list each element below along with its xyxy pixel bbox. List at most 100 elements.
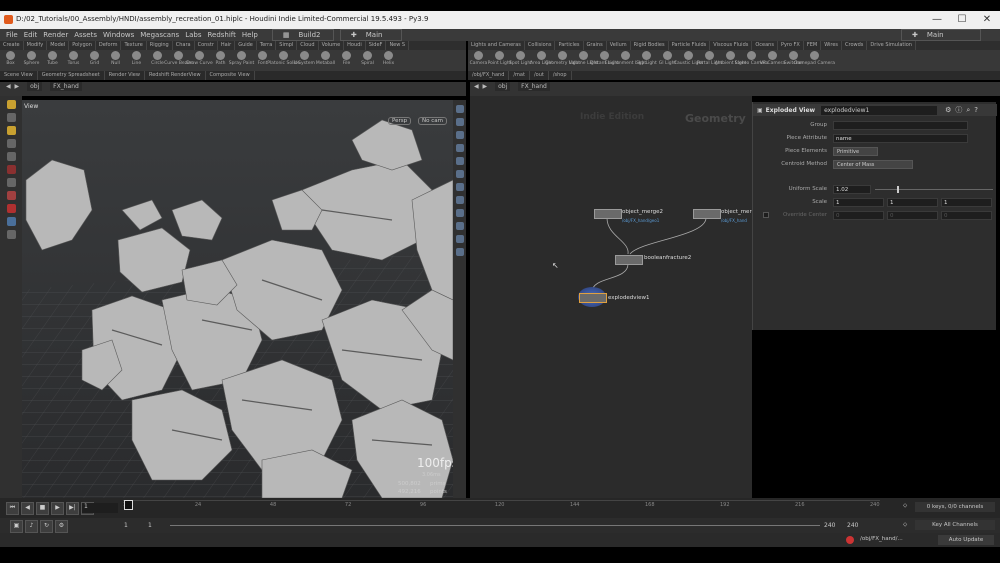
select-tool-icon[interactable] xyxy=(6,100,16,109)
shelf-tool-l-system[interactable]: L-System xyxy=(294,50,315,66)
play-icon[interactable]: ▶ xyxy=(51,502,64,515)
shelf-tool-sky-light[interactable]: Sky Light xyxy=(636,50,657,66)
centroid-method-menu[interactable]: Center of Mass xyxy=(833,160,913,169)
shelf-tab-wires[interactable]: Wires xyxy=(821,41,843,50)
shelf-tab-lights-and-cameras[interactable]: Lights and Cameras xyxy=(468,41,525,50)
pane-tab-out[interactable]: /out xyxy=(530,71,549,80)
shelf-tab-particles[interactable]: Particles xyxy=(555,41,584,50)
forward-arrow-icon[interactable]: ▶ xyxy=(483,83,488,90)
shelf-tab-deform[interactable]: Deform xyxy=(96,41,122,50)
shelf-tab-terra[interactable]: Terra xyxy=(257,41,277,50)
pane-tab-shop[interactable]: /shop xyxy=(549,71,572,80)
shelf-tool-gamepad-camera[interactable]: Gamepad Camera xyxy=(794,50,835,66)
shelf-tool-null[interactable]: Null xyxy=(105,50,126,66)
shelf-tab-simpl[interactable]: Simpl xyxy=(276,41,298,50)
shelf-tab-pyro-fx[interactable]: Pyro FX xyxy=(778,41,804,50)
home-icon[interactable] xyxy=(455,248,464,256)
shelf-tool-grid[interactable]: Grid xyxy=(84,50,105,66)
pose-tool-icon[interactable] xyxy=(6,165,16,174)
current-frame-field[interactable]: 1 xyxy=(82,503,118,513)
pane-tab-composite-view[interactable]: Composite View xyxy=(206,71,255,80)
pane-tab-render-view[interactable]: Render View xyxy=(105,71,145,80)
shelf-tab-vellum[interactable]: Vellum xyxy=(607,41,631,50)
back-arrow-icon[interactable]: ◀ xyxy=(6,83,11,90)
shelf-tab-grains[interactable]: Grains xyxy=(584,41,607,50)
node-object-merge[interactable] xyxy=(693,209,721,219)
shelf-tab-houdi[interactable]: Houdi xyxy=(344,41,366,50)
shelf-tool-draw-curve[interactable]: Draw Curve xyxy=(186,50,213,66)
pane-tab-obj-fx-hand[interactable]: /obj/FX_hand xyxy=(468,71,510,80)
menu-edit[interactable]: Edit xyxy=(24,31,38,39)
menu-render[interactable]: Render xyxy=(43,31,68,39)
shelf-tool-tube[interactable]: Tube xyxy=(42,50,63,66)
camera-icon[interactable] xyxy=(6,230,16,239)
shelf-tab-create[interactable]: Create xyxy=(0,41,24,50)
menu-help[interactable]: Help xyxy=(242,31,258,39)
move-tool-icon[interactable] xyxy=(6,113,16,122)
menu-labs[interactable]: Labs xyxy=(185,31,201,39)
shelf-tab-cloud[interactable]: Cloud xyxy=(297,41,319,50)
shelf-tool-file[interactable]: File xyxy=(336,50,357,66)
shelf-tool-sphere[interactable]: Sphere xyxy=(21,50,42,66)
shelf-tab-particle-fluids[interactable]: Particle Fluids xyxy=(669,41,711,50)
node-explodedview1[interactable] xyxy=(579,293,607,303)
node-name-field[interactable]: explodedview1 xyxy=(821,105,938,115)
display-icon[interactable] xyxy=(455,105,464,113)
pane-tab-scene-view[interactable]: Scene View xyxy=(0,71,38,80)
grid-snap-icon[interactable] xyxy=(6,217,16,226)
close-button[interactable]: ✕ xyxy=(976,13,998,27)
shelf-tab-modify[interactable]: Modify xyxy=(24,41,48,50)
step-forward-icon[interactable]: ▶| xyxy=(66,502,79,515)
scale-z-field[interactable]: 1 xyxy=(941,198,992,207)
shelf-tab-chara[interactable]: Chara xyxy=(173,41,195,50)
loop-icon[interactable]: ↻ xyxy=(40,520,53,533)
shelf-tool-line[interactable]: Line xyxy=(126,50,147,66)
minimize-button[interactable]: — xyxy=(926,13,948,27)
scale-tool-icon[interactable] xyxy=(6,139,16,148)
shelf-tab-guide[interactable]: Guide xyxy=(235,41,257,50)
stop-icon[interactable]: ■ xyxy=(36,502,49,515)
center-x-field[interactable]: 0 xyxy=(833,211,884,220)
shelf-tool-environment-light[interactable]: Environment Light xyxy=(605,50,646,66)
alert-icon[interactable] xyxy=(846,536,854,544)
playhead[interactable] xyxy=(124,500,133,510)
scale-x-field[interactable]: 1 xyxy=(833,198,884,207)
shelf-tool-stereo-camera[interactable]: Stereo Camera xyxy=(735,50,768,66)
shelf-tab-constr[interactable]: Constr xyxy=(195,41,218,50)
shelf-tool-spot-light[interactable]: Spot Light xyxy=(509,50,532,66)
shelf-tool-camera[interactable]: Camera xyxy=(468,50,489,66)
slider-handle[interactable] xyxy=(897,186,899,193)
key-all-icon[interactable]: ⬦ xyxy=(903,521,907,529)
menu-windows[interactable]: Windows xyxy=(103,31,134,39)
shelf-tab-viscous-fluids[interactable]: Viscous Fluids xyxy=(710,41,753,50)
menu-redshift[interactable]: Redshift xyxy=(207,31,235,39)
node-booleanfracture2[interactable] xyxy=(615,255,643,265)
right-desktop-selector[interactable]: ✚ Main xyxy=(901,29,981,41)
range-start[interactable]: 1 xyxy=(124,522,128,529)
uniform-scale-field[interactable]: 1.02 xyxy=(833,185,871,194)
handle-tool-icon[interactable] xyxy=(6,152,16,161)
visibility-icon[interactable] xyxy=(455,209,464,217)
menu-megascans[interactable]: Megascans xyxy=(140,31,179,39)
pane-tab-redshift-renderview[interactable]: Redshift RenderView xyxy=(145,71,206,80)
path-node-left[interactable]: FX_hand xyxy=(50,82,82,91)
center-z-field[interactable]: 0 xyxy=(941,211,992,220)
magnet-icon[interactable] xyxy=(6,204,16,213)
pane-tab-mat[interactable]: /mat xyxy=(509,71,530,80)
point-numbers-icon[interactable] xyxy=(455,183,464,191)
lock-icon[interactable] xyxy=(455,118,464,126)
path-context-right[interactable]: obj xyxy=(495,82,511,91)
range-end-2[interactable]: 240 xyxy=(847,522,858,529)
help-icon[interactable]: ? xyxy=(974,106,978,114)
forward-arrow-icon[interactable]: ▶ xyxy=(15,83,20,90)
normals-icon[interactable] xyxy=(455,196,464,204)
auto-update-menu[interactable]: Auto Update xyxy=(938,535,994,545)
shelf-tab-texture[interactable]: Texture xyxy=(121,41,147,50)
shelf-tab-crowds[interactable]: Crowds xyxy=(842,41,868,50)
wireframe-icon[interactable] xyxy=(455,144,464,152)
rotate-tool-icon[interactable] xyxy=(6,126,16,135)
key-icon[interactable]: ⬦ xyxy=(903,502,907,510)
uniform-scale-slider[interactable] xyxy=(875,189,993,190)
search-icon[interactable]: ⌕ xyxy=(966,106,970,115)
shelf-tool-spray-paint[interactable]: Spray Paint xyxy=(229,50,254,66)
